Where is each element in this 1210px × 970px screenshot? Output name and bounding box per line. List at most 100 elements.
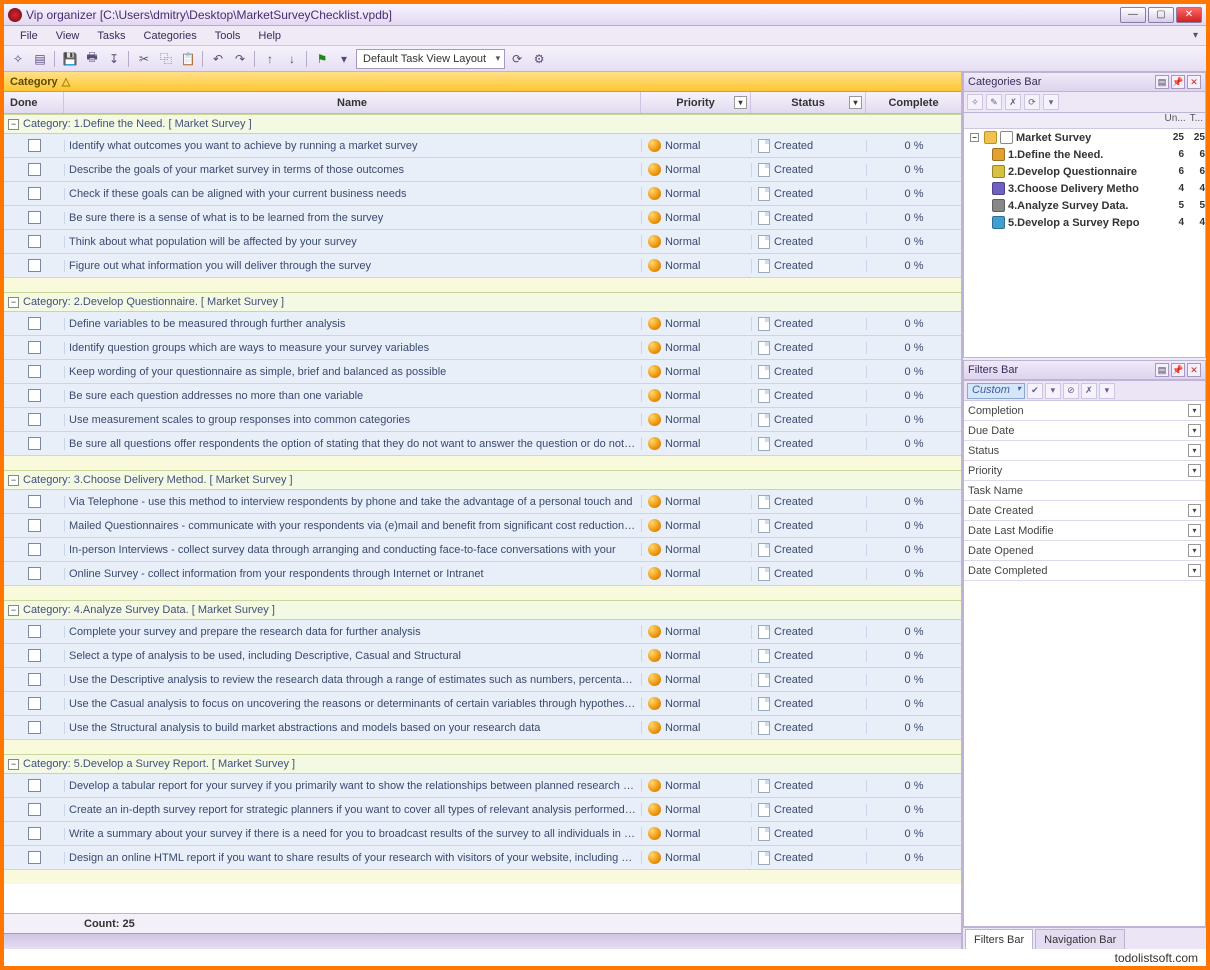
tab-navigation-bar[interactable]: Navigation Bar [1035,929,1125,949]
collapse-icon[interactable]: − [970,133,979,142]
toolbar-gear-icon[interactable]: ⚙ [529,49,549,69]
task-row[interactable]: Use the Casual analysis to focus on unco… [4,692,961,716]
task-row[interactable]: Write a summary about your survey if the… [4,822,961,846]
toolbar-flag-icon[interactable]: ⚑ [312,49,332,69]
done-checkbox[interactable] [28,235,41,248]
panel-close-icon[interactable]: ✕ [1187,75,1201,89]
task-row[interactable]: Check if these goals can be aligned with… [4,182,961,206]
tab-filters-bar[interactable]: Filters Bar [965,929,1033,949]
done-checkbox[interactable] [28,827,41,840]
grid-body[interactable]: −Category: 1.Define the Need. [ Market S… [4,114,961,913]
done-checkbox[interactable] [28,341,41,354]
task-row[interactable]: Describe the goals of your market survey… [4,158,961,182]
done-checkbox[interactable] [28,519,41,532]
menu-file[interactable]: File [12,28,46,44]
done-checkbox[interactable] [28,567,41,580]
group-header[interactable]: −Category: 5.Develop a Survey Report. [ … [4,754,961,774]
collapse-icon[interactable]: − [8,119,19,130]
menu-help[interactable]: Help [250,28,289,44]
filter-clear-icon[interactable]: ⊘ [1063,383,1079,399]
tree-item[interactable]: 3.Choose Delivery Metho44 [964,180,1205,197]
group-by-strip[interactable]: Category △ [4,72,961,92]
panel-close-icon[interactable]: ✕ [1187,363,1201,377]
filter-row[interactable]: Due Date▾ [964,421,1205,441]
done-checkbox[interactable] [28,413,41,426]
task-row[interactable]: Identify question groups which are ways … [4,336,961,360]
filter-dropdown-icon[interactable]: ▾ [1188,564,1201,577]
task-row[interactable]: Design an online HTML report if you want… [4,846,961,870]
categories-tree[interactable]: Un...T... − Market Survey 25 25 1.Define… [963,112,1206,358]
task-row[interactable]: Think about what population will be affe… [4,230,961,254]
toolbar-undo-icon[interactable]: ↶ [208,49,228,69]
task-row[interactable]: Use the Descriptive analysis to review t… [4,668,961,692]
done-checkbox[interactable] [28,649,41,662]
done-checkbox[interactable] [28,163,41,176]
done-checkbox[interactable] [28,211,41,224]
done-checkbox[interactable] [28,543,41,556]
group-header[interactable]: −Category: 1.Define the Need. [ Market S… [4,114,961,134]
task-row[interactable]: Use measurement scales to group response… [4,408,961,432]
done-checkbox[interactable] [28,803,41,816]
done-checkbox[interactable] [28,721,41,734]
menu-tools[interactable]: Tools [207,28,249,44]
filter-dropdown-icon[interactable]: ▾ [1045,383,1061,399]
filter-preset-combo[interactable]: Custom [967,383,1025,399]
minimize-button[interactable]: — [1120,7,1146,23]
maximize-button[interactable]: ▢ [1148,7,1174,23]
cat-refresh-icon[interactable]: ⟳ [1024,94,1040,110]
toolbar-print-icon[interactable]: 🖶 [82,49,102,69]
filter-row[interactable]: Status▾ [964,441,1205,461]
toolbar-new-icon[interactable]: ✧ [8,49,28,69]
menu-view[interactable]: View [48,28,88,44]
filter-more-icon[interactable]: ▾ [1099,383,1115,399]
filter-save-icon[interactable]: ✔ [1027,383,1043,399]
toolbar-open-icon[interactable]: ▤ [30,49,50,69]
collapse-icon[interactable]: − [8,759,19,770]
tree-item[interactable]: 4.Analyze Survey Data.55 [964,197,1205,214]
done-checkbox[interactable] [28,437,41,450]
task-row[interactable]: Mailed Questionnaires - communicate with… [4,514,961,538]
col-complete[interactable]: Complete [866,92,961,113]
col-priority[interactable]: Priority▾ [641,92,751,113]
done-checkbox[interactable] [28,851,41,864]
filter-dropdown-icon[interactable]: ▾ [1188,444,1201,457]
filter-row[interactable]: Completion▾ [964,401,1205,421]
horizontal-scrollbar[interactable] [4,933,961,949]
filters-panel-header[interactable]: Filters Bar ▤ 📌 ✕ [963,360,1206,380]
done-checkbox[interactable] [28,259,41,272]
done-checkbox[interactable] [28,389,41,402]
filter-row[interactable]: Date Opened▾ [964,541,1205,561]
toolbar-save-icon[interactable]: 💾 [60,49,80,69]
group-header[interactable]: −Category: 4.Analyze Survey Data. [ Mark… [4,600,961,620]
tree-item[interactable]: 2.Develop Questionnaire66 [964,163,1205,180]
collapse-icon[interactable]: − [8,297,19,308]
tree-item[interactable]: 1.Define the Need.66 [964,146,1205,163]
done-checkbox[interactable] [28,365,41,378]
toolbar-cut-icon[interactable]: ✂ [134,49,154,69]
task-row[interactable]: In-person Interviews - collect survey da… [4,538,961,562]
done-checkbox[interactable] [28,673,41,686]
filter-row[interactable]: Date Completed▾ [964,561,1205,581]
filter-dropdown-icon[interactable]: ▾ [1188,424,1201,437]
toolbar-export-icon[interactable]: ↧ [104,49,124,69]
done-checkbox[interactable] [28,317,41,330]
task-row[interactable]: Be sure there is a sense of what is to b… [4,206,961,230]
task-row[interactable]: Define variables to be measured through … [4,312,961,336]
collapse-icon[interactable]: − [8,475,19,486]
task-row[interactable]: Select a type of analysis to be used, in… [4,644,961,668]
layout-combo[interactable]: Default Task View Layout [356,49,505,69]
col-done[interactable]: Done [4,92,64,113]
categories-panel-header[interactable]: Categories Bar ▤ 📌 ✕ [963,72,1206,92]
filter-row[interactable]: Date Created▾ [964,501,1205,521]
task-row[interactable]: Online Survey - collect information from… [4,562,961,586]
done-checkbox[interactable] [28,779,41,792]
done-checkbox[interactable] [28,139,41,152]
filter-dropdown-icon[interactable]: ▾ [1188,504,1201,517]
filter-delete-icon[interactable]: ✗ [1081,383,1097,399]
panel-pin-icon[interactable]: 📌 [1171,363,1185,377]
filter-dropdown-icon[interactable]: ▾ [849,96,862,109]
col-name[interactable]: Name [64,92,641,113]
filter-dropdown-icon[interactable]: ▾ [734,96,747,109]
filter-dropdown-icon[interactable]: ▾ [1188,464,1201,477]
done-checkbox[interactable] [28,495,41,508]
